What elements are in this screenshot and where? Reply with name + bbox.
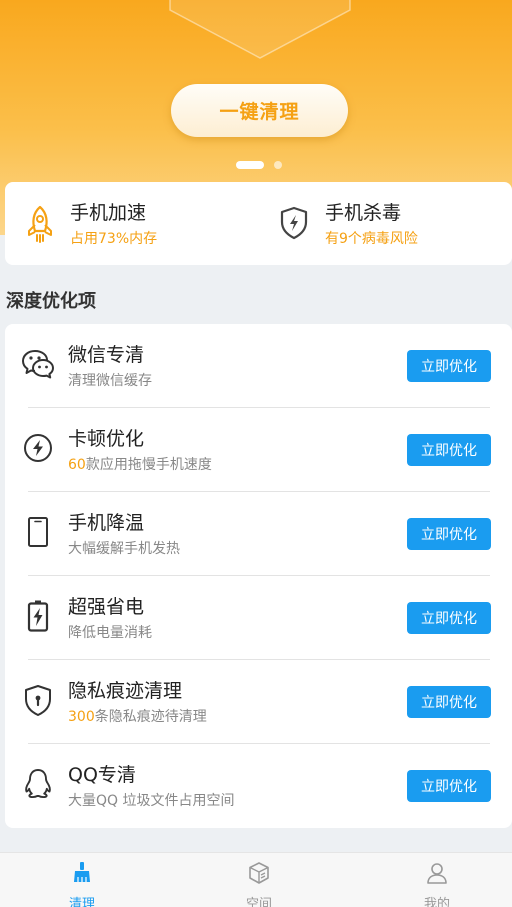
section-title: 深度优化项 (6, 291, 96, 312)
phone-boost-item[interactable]: 手机加速 占用73%内存 (5, 182, 255, 265)
optimize-button[interactable]: 立即优化 (407, 434, 491, 466)
carousel-indicator (236, 161, 282, 169)
tab-space[interactable]: 空间 (214, 853, 304, 907)
shield-bolt-icon (280, 206, 308, 240)
tab-me[interactable]: 我的 (392, 853, 482, 907)
tab-label: 清理 (68, 897, 95, 907)
privacy-shield-icon (25, 685, 51, 716)
bottom-tab-bar: 清理 空间 我的 (0, 852, 512, 907)
broom-icon (74, 862, 90, 882)
lightning-circle-icon (24, 434, 52, 462)
list-item-subtitle: 大幅缓解手机发热 (68, 541, 180, 557)
phone-boost-subtitle: 占用73%内存 (70, 231, 158, 247)
wechat-icon (22, 350, 54, 379)
phone-boost-title: 手机加速 (70, 202, 147, 224)
list-item-qq[interactable]: QQ专清 大量QQ 垃圾文件占用空间 立即优化 (5, 744, 512, 828)
list-item-subtitle: 清理微信缓存 (68, 373, 152, 389)
list-item-title: QQ专清 (68, 764, 136, 786)
optimize-button[interactable]: 立即优化 (407, 518, 491, 550)
tab-label: 空间 (245, 897, 272, 907)
antivirus-title: 手机杀毒 (325, 202, 402, 224)
list-item-subtitle: 60款应用拖慢手机速度 (68, 457, 212, 473)
phone-icon (28, 517, 48, 547)
user-icon (427, 863, 447, 884)
list-item-battery[interactable]: 超强省电 降低电量消耗 立即优化 (5, 576, 512, 660)
list-item-lag[interactable]: 卡顿优化 60款应用拖慢手机速度 立即优化 (5, 408, 512, 492)
optimize-button[interactable]: 立即优化 (407, 350, 491, 382)
optimize-button[interactable]: 立即优化 (407, 602, 491, 634)
qq-penguin-icon (25, 769, 51, 799)
list-item-wechat[interactable]: 微信专清 清理微信缓存 立即优化 (5, 324, 512, 408)
optimize-button[interactable]: 立即优化 (407, 686, 491, 718)
carousel-dot-active[interactable] (236, 161, 264, 169)
antivirus-item[interactable]: 手机杀毒 有9个病毒风险 (260, 182, 510, 265)
list-item-subtitle: 300条隐私痕迹待清理 (68, 709, 207, 725)
list-item-subtitle: 大量QQ 垃圾文件占用空间 (68, 793, 235, 809)
battery-icon (27, 600, 49, 632)
carousel-dot[interactable] (274, 161, 282, 169)
list-item-title: 卡顿优化 (68, 428, 145, 450)
rocket-icon (28, 205, 52, 243)
one-click-clean-button[interactable]: 一键清理 (171, 84, 348, 137)
hero-decoration (169, 0, 351, 59)
antivirus-subtitle: 有9个病毒风险 (325, 231, 418, 247)
list-item-title: 超强省电 (68, 596, 145, 618)
list-item-privacy[interactable]: 隐私痕迹清理 300条隐私痕迹待清理 立即优化 (5, 660, 512, 744)
quick-actions-card: 手机加速 占用73%内存 手机杀毒 有9个病毒风险 (5, 182, 512, 265)
list-item-cooling[interactable]: 手机降温 大幅缓解手机发热 立即优化 (5, 492, 512, 576)
optimization-list: 微信专清 清理微信缓存 立即优化 卡顿优化 60款应用拖慢手机速度 立即优化 手… (5, 324, 512, 828)
list-item-title: 隐私痕迹清理 (68, 680, 183, 702)
tab-clean[interactable]: 清理 (37, 853, 127, 907)
list-item-title: 手机降温 (68, 512, 145, 534)
tab-label: 我的 (423, 897, 450, 907)
list-item-title: 微信专清 (68, 344, 145, 366)
optimize-button[interactable]: 立即优化 (407, 770, 491, 802)
list-item-subtitle: 降低电量消耗 (68, 625, 152, 641)
box-icon (249, 862, 269, 884)
